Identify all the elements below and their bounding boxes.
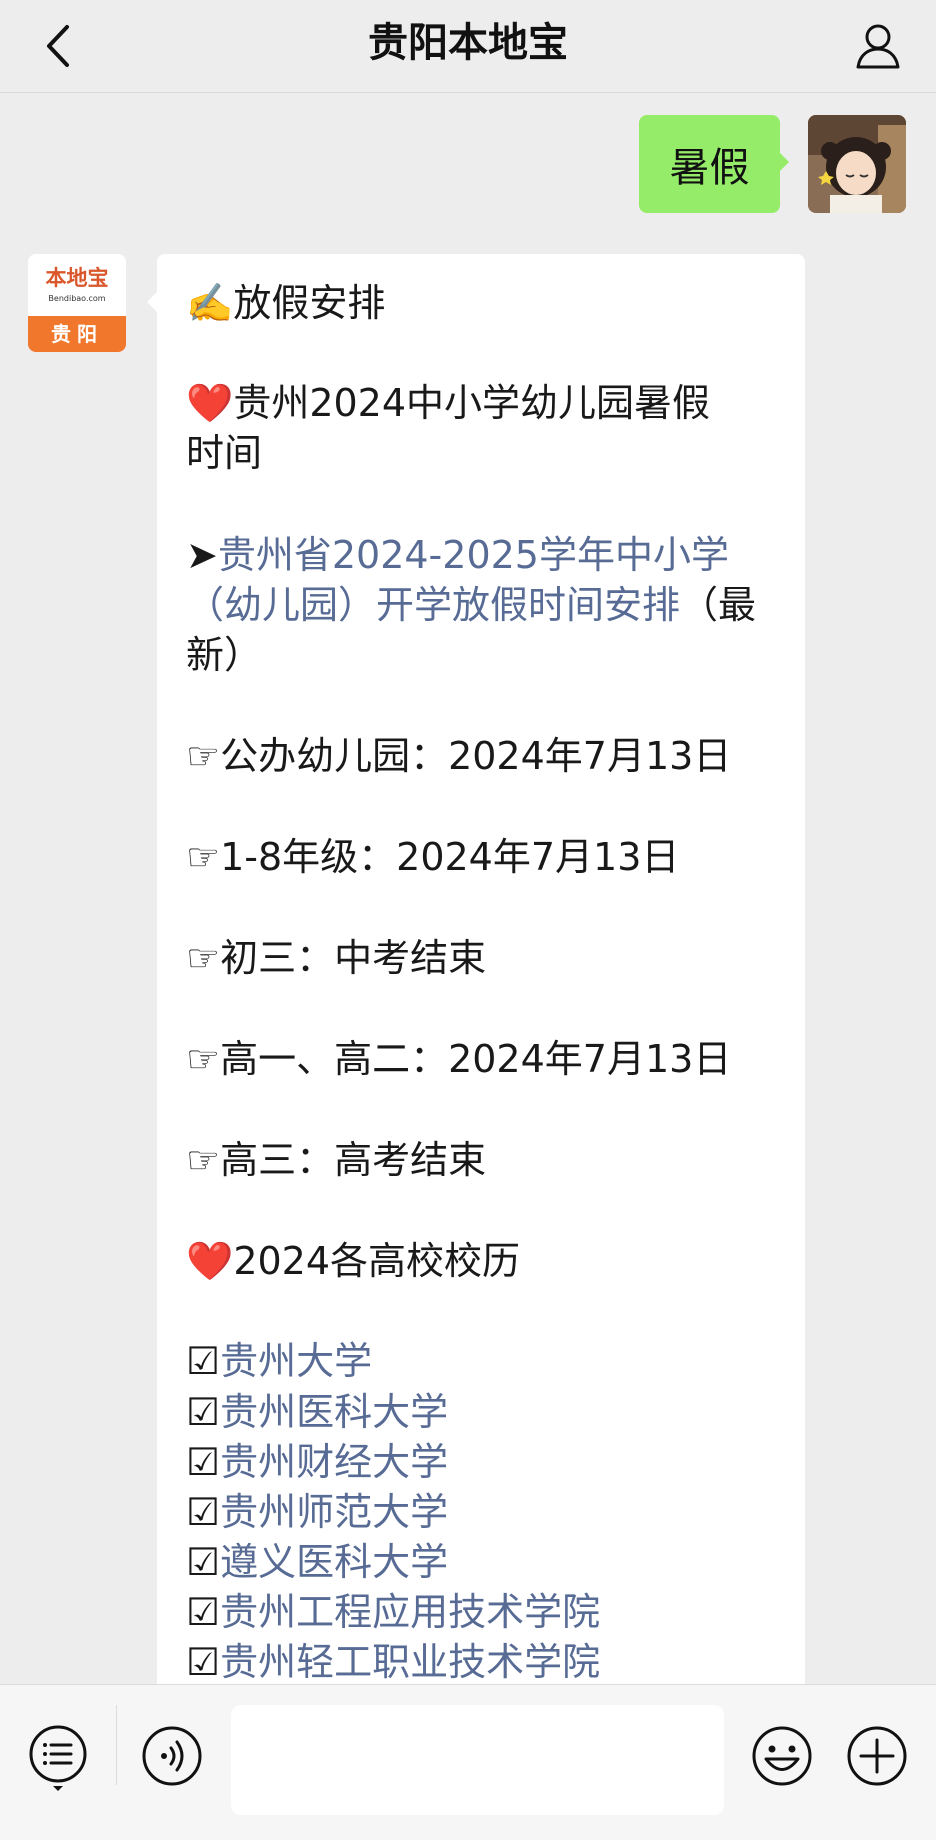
university-list-item: ☑遵义医科大学 [186, 1537, 448, 1587]
message-input[interactable] [231, 1705, 724, 1815]
vacation-item: ☞1-8年级：2024年7月13日 [186, 832, 679, 882]
schedule-link-line3: 新） [186, 633, 263, 677]
checkbox-icon: ☑ [186, 1540, 221, 1584]
university-link[interactable]: 贵州大学 [220, 1339, 372, 1383]
heart-emoji: ❤️ [186, 1239, 234, 1283]
voice-icon [142, 1726, 202, 1786]
more-button[interactable] [845, 1724, 909, 1788]
checkbox-icon: ☑ [186, 1490, 221, 1534]
menu-icon [29, 1725, 87, 1791]
schedule-link-line2: （幼儿园）开学放假时间安排（最 [186, 580, 756, 630]
vacation-item-text: 1-8年级：2024年7月13日 [220, 835, 680, 879]
vacation-item-text: 公办幼儿园：2024年7月13日 [220, 734, 732, 778]
checkbox-icon: ☑ [186, 1339, 221, 1383]
outgoing-bubble-tail [779, 152, 789, 172]
emoji-icon [752, 1726, 812, 1786]
checkbox-icon: ☑ [186, 1390, 221, 1434]
university-link[interactable]: 贵州师范大学 [220, 1490, 448, 1534]
logo-main-text: 本地宝 [45, 266, 109, 290]
pointing-hand-icon: ☞ [186, 1037, 221, 1081]
vacation-item-text: 高一、高二：2024年7月13日 [220, 1037, 732, 1081]
university-link[interactable]: 贵州医科大学 [220, 1390, 448, 1434]
pointing-hand-icon: ☞ [186, 936, 221, 980]
outgoing-message[interactable]: 暑假 [639, 115, 780, 213]
plus-icon [847, 1726, 907, 1786]
schedule-link-suffix: （最 [680, 583, 757, 627]
chat-title: 贵阳本地宝 [368, 20, 568, 66]
menu-button[interactable] [26, 1723, 90, 1793]
heading-university-calendar: ❤️2024各高校校历 [186, 1236, 520, 1286]
user-avatar-image [808, 115, 906, 213]
university-list-item: ☑贵州师范大学 [186, 1487, 448, 1537]
toolbar-divider [116, 1705, 117, 1785]
user-avatar[interactable] [808, 115, 906, 213]
chat-screen: 贵阳本地宝 暑假 本地宝 Bendibao.com 贵阳 ✍️放假安排 ❤️贵州… [0, 0, 936, 1840]
vacation-item: ☞公办幼儿园：2024年7月13日 [186, 731, 731, 781]
schedule-link[interactable]: 贵州省2024-2025学年中小学 [218, 533, 729, 577]
bottom-toolbar [0, 1684, 936, 1840]
writing-hand-emoji: ✍️ [186, 281, 234, 325]
checkbox-icon: ☑ [186, 1590, 221, 1634]
university-link[interactable]: 遵义医科大学 [220, 1540, 448, 1584]
section-vacation-title: ✍️放假安排 [186, 278, 385, 328]
arrow-icon: ➤ [186, 533, 218, 577]
university-list-item: ☑贵州财经大学 [186, 1437, 448, 1487]
university-list-item: ☑贵州医科大学 [186, 1387, 448, 1437]
checkbox-icon: ☑ [186, 1640, 221, 1684]
heading-guizhou-vacation-line1: 贵州2024中小学幼儿园暑假 [233, 381, 711, 425]
university-link[interactable]: 贵州轻工职业技术学院 [220, 1640, 600, 1684]
section-vacation-label: 放假安排 [233, 281, 386, 325]
university-link[interactable]: 贵州工程应用技术学院 [220, 1590, 600, 1634]
university-list-item: ☑贵州大学 [186, 1336, 372, 1386]
checkbox-icon: ☑ [186, 1440, 221, 1484]
logo-sub-text: Bendibao.com [48, 294, 106, 303]
heading-guizhou-vacation-line2: 时间 [186, 431, 263, 475]
university-list-item: ☑贵州工程应用技术学院 [186, 1587, 600, 1637]
university-link[interactable]: 贵州财经大学 [220, 1440, 448, 1484]
university-list-item: ☑贵州轻工职业技术学院 [186, 1637, 600, 1687]
pointing-hand-icon: ☞ [186, 734, 221, 778]
heading-guizhou-vacation: ❤️贵州2024中小学幼儿园暑假 [186, 378, 710, 428]
emoji-button[interactable] [750, 1724, 814, 1788]
pointing-hand-icon: ☞ [186, 1138, 221, 1182]
heading-university-calendar-label: 2024各高校校历 [233, 1239, 521, 1283]
voice-button[interactable] [140, 1724, 204, 1788]
official-account-avatar[interactable]: 本地宝 Bendibao.com 贵阳 [28, 254, 126, 352]
pointing-hand-icon: ☞ [186, 835, 221, 879]
schedule-link-cont[interactable]: （幼儿园）开学放假时间安排 [186, 583, 680, 627]
incoming-bubble-tail [147, 292, 157, 312]
vacation-item: ☞初三：中考结束 [186, 933, 486, 983]
heart-emoji: ❤️ [186, 381, 234, 425]
schedule-link-line1: ➤贵州省2024-2025学年中小学 [186, 530, 729, 580]
person-icon [856, 24, 900, 69]
vacation-item-text: 初三：中考结束 [220, 936, 487, 980]
chat-header: 贵阳本地宝 [0, 0, 936, 93]
logo-city: 贵阳 [28, 316, 126, 352]
vacation-item: ☞高三：高考结束 [186, 1135, 486, 1185]
profile-button[interactable] [848, 16, 908, 76]
vacation-item: ☞高一、高二：2024年7月13日 [186, 1034, 731, 1084]
vacation-item-text: 高三：高考结束 [220, 1138, 487, 1182]
